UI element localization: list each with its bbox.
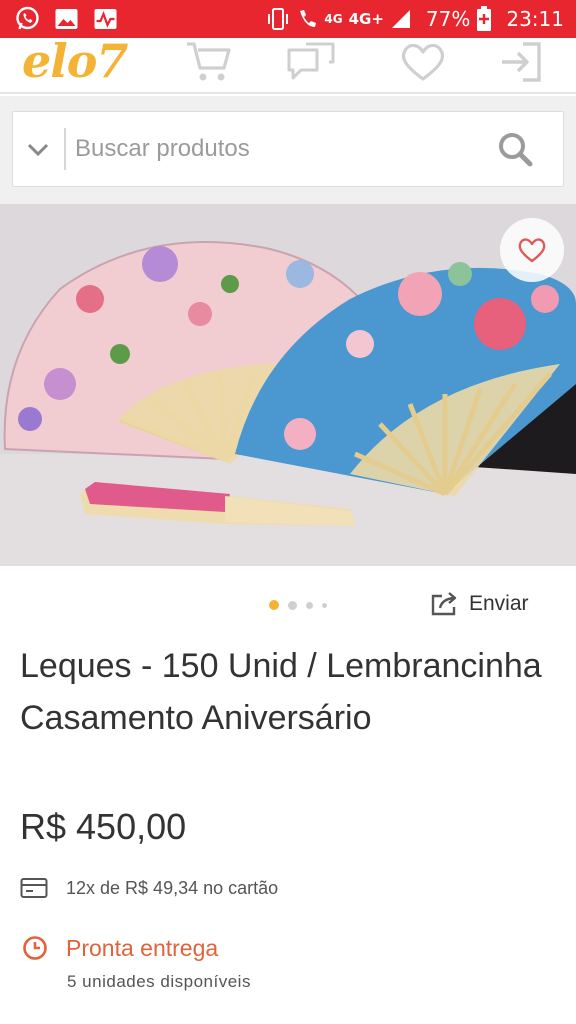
pagination-dot[interactable]	[288, 600, 297, 610]
volte-call-icon	[300, 10, 317, 27]
network-type: 4G+	[348, 10, 384, 28]
availability-detail: 5 unidades disponíveis	[67, 972, 251, 991]
chevron-down-icon[interactable]	[25, 136, 51, 162]
image-pagination	[269, 600, 327, 610]
product-photo-fans	[0, 204, 576, 566]
battery-percent: 77%	[425, 7, 471, 31]
product-image[interactable]	[0, 204, 576, 566]
clock-icon	[23, 936, 47, 960]
pagination-dot[interactable]	[306, 601, 313, 609]
search-divider	[64, 128, 66, 170]
favorite-button[interactable]	[500, 218, 564, 282]
login-icon[interactable]	[497, 40, 547, 84]
activity-icon	[94, 9, 117, 29]
network-type-small: 4G	[324, 12, 343, 26]
share-label: Enviar	[469, 592, 529, 615]
installments-info: 12x de R$ 49,34 no cartão	[20, 874, 278, 902]
battery-icon	[477, 6, 492, 31]
vibrate-icon	[268, 8, 289, 30]
pagination-dot[interactable]	[322, 602, 327, 608]
installments-text: 12x de R$ 49,34 no cartão	[66, 877, 279, 898]
heart-icon	[518, 238, 546, 263]
messages-icon[interactable]	[286, 40, 336, 84]
share-icon	[431, 592, 457, 616]
clock: 23:11	[506, 7, 564, 31]
search-box	[12, 111, 564, 187]
app-header: elo7	[0, 34, 576, 94]
pagination-dot-active[interactable]	[269, 600, 279, 610]
search-bar-area	[0, 96, 576, 204]
gallery-icon	[55, 9, 78, 29]
whatsapp-icon	[16, 6, 39, 30]
credit-card-icon	[20, 878, 48, 898]
cart-icon[interactable]	[184, 40, 234, 84]
status-bar: 4G 4G+ 77% 23:11	[0, 0, 576, 38]
share-button[interactable]: Enviar	[430, 588, 529, 620]
availability-status: Pronta entrega	[22, 930, 218, 966]
product-title: Leques - 150 Unid / Lembrancinha Casamen…	[20, 647, 542, 737]
search-icon[interactable]	[497, 131, 533, 167]
availability-title: Pronta entrega	[66, 934, 219, 961]
product-price: R$ 450,00	[20, 806, 187, 847]
signal-icon	[391, 10, 410, 28]
elo7-logo[interactable]: elo7	[22, 34, 128, 88]
search-input[interactable]	[75, 128, 475, 170]
favorites-icon[interactable]	[398, 40, 448, 84]
